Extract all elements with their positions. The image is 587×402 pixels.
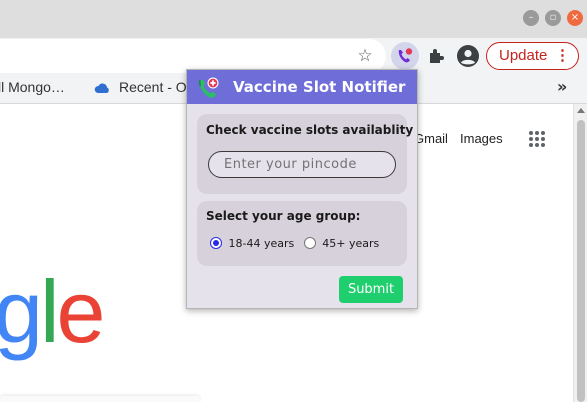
popup-header: Vaccine Slot Notifier	[187, 70, 417, 104]
bookmarks-overflow-button[interactable]: »	[557, 77, 567, 96]
popup-title: Vaccine Slot Notifier	[233, 78, 406, 96]
vaccine-notifier-icon	[398, 48, 413, 63]
account-icon[interactable]	[456, 44, 480, 68]
age-18-44-label[interactable]: 18-44 years	[229, 237, 295, 250]
age-group-label: Select your age group:	[206, 209, 361, 223]
google-logo-fragment: gle	[0, 262, 106, 362]
vaccine-notifier-popup: Vaccine Slot Notifier Check vaccine slot…	[186, 69, 418, 309]
address-bar[interactable]	[0, 39, 386, 73]
bottom-panel-edge	[0, 396, 200, 402]
apps-grid-icon[interactable]	[529, 131, 546, 148]
bookmark-item[interactable]: Recent - O	[119, 79, 187, 95]
gmail-link[interactable]: Gmail	[414, 131, 448, 146]
page-scrollbar[interactable]	[573, 104, 587, 402]
logo-letter-e: e	[56, 262, 106, 361]
logo-letter-l: l	[39, 262, 59, 361]
more-menu-icon[interactable]: ⋮	[555, 43, 570, 68]
age-group-card: Select your age group: 18-44 years 45+ y…	[197, 201, 407, 266]
submit-button[interactable]: Submit	[339, 276, 403, 303]
pincode-card: Check vaccine slots availablity	[197, 114, 413, 194]
vaccine-notifier-extension-button[interactable]	[391, 42, 419, 70]
age-45-plus-radio[interactable]	[303, 237, 316, 249]
images-link[interactable]: Images	[460, 131, 503, 146]
window-titlebar: – ▫ ×	[0, 0, 587, 38]
pincode-card-label: Check vaccine slots availablity	[206, 123, 414, 137]
update-label: Update	[499, 47, 548, 64]
update-button[interactable]: Update ⋮	[486, 42, 579, 70]
puzzle-icon[interactable]	[425, 45, 447, 67]
scroll-up-arrow-icon[interactable]	[577, 108, 585, 113]
age-group-options: 18-44 years 45+ years	[210, 237, 379, 250]
phone-medical-icon	[199, 77, 219, 98]
bookmark-item[interactable]: ll Mongo…	[0, 79, 65, 95]
maximize-button[interactable]: ▫	[545, 10, 561, 26]
scroll-thumb[interactable]	[577, 120, 585, 402]
minimize-button[interactable]: –	[523, 10, 539, 26]
pincode-input[interactable]	[208, 151, 396, 178]
close-button[interactable]: ×	[567, 10, 583, 26]
age-45-plus-label[interactable]: 45+ years	[322, 237, 379, 250]
bookmark-star-icon[interactable]: ☆	[355, 46, 375, 66]
age-18-44-radio[interactable]	[210, 237, 222, 249]
logo-letter-g: g	[0, 262, 43, 361]
onedrive-cloud-icon	[94, 83, 109, 93]
